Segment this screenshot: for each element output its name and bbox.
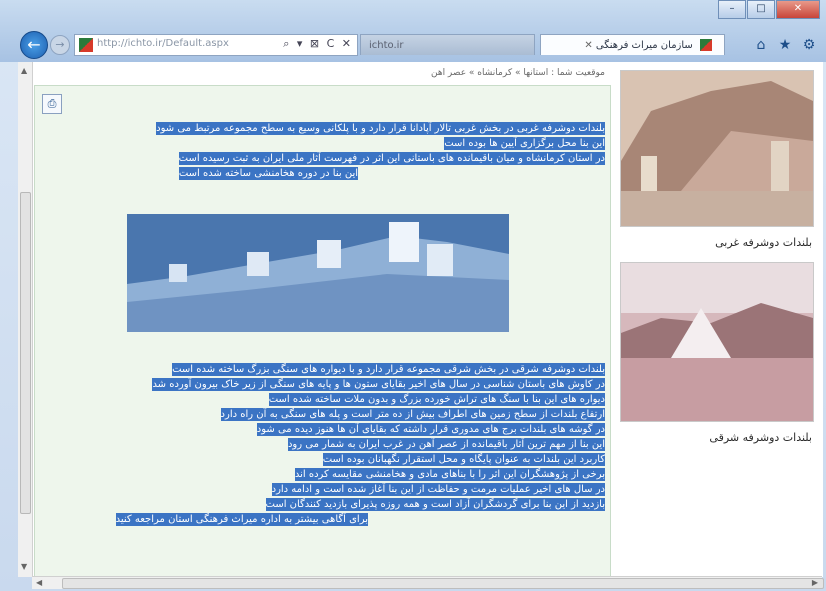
tab-label: سازمان میراث فرهنگی [595,40,693,51]
scroll-up-icon[interactable]: ▲ [21,66,27,75]
text-line: در کاوش های باستان شناسی در سال های اخیر… [152,378,605,391]
address-bar-actions[interactable]: ⌕ ▾ ⊠ C ✕ [283,37,353,51]
selected-text-line: دیواره های این بنا با سنگ های تراش خورده… [38,393,605,407]
scroll-left-icon[interactable]: ◀ [36,578,42,587]
selected-text-line: کاربرد این بلندات به عنوان پایگاه و محل … [38,453,605,467]
browser-tab-active[interactable]: سازمان میراث فرهنگی ✕ [540,34,725,55]
browser-tab[interactable]: ichto.ir [360,34,535,55]
west-terrace-caption: بلندات دوشرفه غربی [715,236,812,249]
tab-close-icon[interactable]: ✕ [584,35,592,55]
text-line: دیواره های این بنا با سنگ های تراش خورده… [268,393,605,406]
selected-text-line: این بنا از مهم ترین آثار باقیمانده از عص… [38,438,605,452]
selected-text-line: در کاوش های باستان شناسی در سال های اخیر… [38,378,605,392]
back-button[interactable]: ← [20,31,48,59]
print-icon[interactable]: ⎙ [42,94,62,114]
maximize-button[interactable]: □ [747,0,775,19]
east-terrace-photo[interactable] [620,262,814,422]
browser-window: – □ ✕ ← → http://ichto.ir/Default.aspx ⌕… [0,0,826,591]
text-line: این بنا محل برگزاری آیین ها بوده است [444,137,605,150]
address-bar[interactable]: http://ichto.ir/Default.aspx ⌕ ▾ ⊠ C ✕ [74,34,358,56]
horizontal-scroll-thumb[interactable] [62,578,824,589]
text-line: بلندات دوشرفه غربی در بخش غربی تالار آپا… [156,122,605,135]
vertical-scrollbar[interactable]: ▲ ▼ [18,62,33,577]
scroll-down-icon[interactable]: ▼ [21,562,27,571]
site-favicon-icon [79,38,93,52]
horizontal-scrollbar[interactable]: ◀ ▶ [32,576,824,589]
selected-text-line: بلندات دوشرفه غربی در بخش غربی تالار آپا… [38,122,605,136]
selected-text-line: بازدید از این بنا برای گردشگران آزاد است… [38,498,605,512]
text-line: برای آگاهی بیشتر به اداره میراث فرهنگی ا… [115,513,368,526]
selected-text-line: ارتفاع بلندات از سطح زمین های اطراف بیش … [38,408,605,422]
selected-text-line: در گوشه های بلندات برج های مدوری قرار دا… [38,423,605,437]
text-line: این بنا در دوره هخامنشی ساخته شده است [178,167,358,180]
breadcrumb[interactable]: موقعیت شما : استانها » کرمانشاه » عصر آه… [340,68,605,78]
text-line: در گوشه های بلندات برج های مدوری قرار دا… [256,423,605,436]
text-line: ارتفاع بلندات از سطح زمین های اطراف بیش … [220,408,605,421]
ruins-photo [127,214,509,332]
text-line: بلندات دوشرفه شرقی در بخش شرقی مجموعه قر… [172,363,605,376]
selected-text-line: این بنا محل برگزاری آیین ها بوده است [38,137,605,151]
home-icon[interactable]: ⌂ [752,36,770,54]
selected-text-line: در سال های اخیر عملیات مرمت و حفاظت از ا… [38,483,605,497]
text-line: برخی از پژوهشگران این اثر را با بناهای م… [294,468,605,481]
selected-text-line: برای آگاهی بیشتر به اداره میراث فرهنگی ا… [38,513,368,527]
text-line: بازدید از این بنا برای گردشگران آزاد است… [265,498,605,511]
tab-favicon-icon [700,39,712,51]
gear-icon[interactable]: ⚙ [800,36,818,54]
forward-button[interactable]: → [50,35,70,55]
url-text: http://ichto.ir/Default.aspx [97,38,229,49]
close-window-button[interactable]: ✕ [776,0,820,19]
text-line: در استان کرمانشاه و میان باقیمانده های ب… [178,152,605,165]
browser-toolbar: ⌂ ★ ⚙ [746,36,818,54]
star-icon[interactable]: ★ [776,36,794,54]
tab-label: ichto.ir [369,40,404,51]
text-line: این بنا از مهم ترین آثار باقیمانده از عص… [287,438,605,451]
selected-text-line: در استان کرمانشاه و میان باقیمانده های ب… [38,152,605,166]
vertical-scroll-thumb[interactable] [20,192,31,514]
window-controls: – □ ✕ [717,0,820,19]
east-terrace-caption: بلندات دوشرفه شرقی [709,431,812,444]
selected-text-line: این بنا در دوره هخامنشی ساخته شده است [38,167,358,181]
selected-text-line: برخی از پژوهشگران این اثر را با بناهای م… [38,468,605,482]
selected-text-line: بلندات دوشرفه شرقی در بخش شرقی مجموعه قر… [38,363,605,377]
text-line: کاربرد این بلندات به عنوان پایگاه و محل … [322,453,605,466]
west-terrace-photo[interactable] [620,70,814,227]
text-line: در سال های اخیر عملیات مرمت و حفاظت از ا… [271,483,605,496]
scroll-right-icon[interactable]: ▶ [812,578,818,587]
title-bar: – □ ✕ ← → http://ichto.ir/Default.aspx ⌕… [0,0,826,62]
minimize-button[interactable]: – [718,0,746,19]
